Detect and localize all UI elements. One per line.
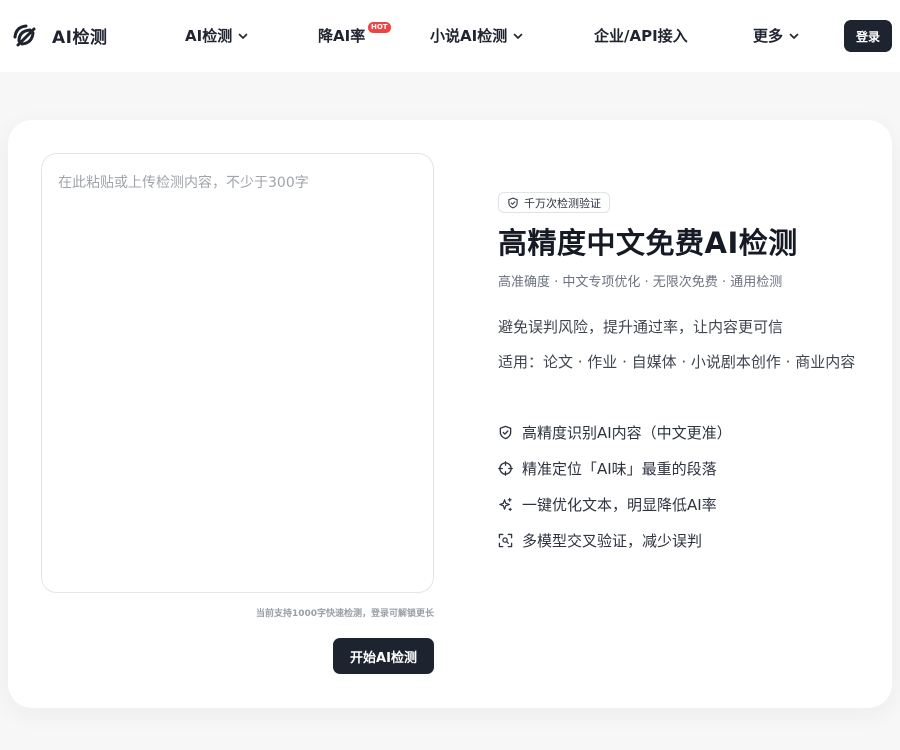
detect-card: 当前支持1000字快速检测，登录可解锁更长 开始AI检测 千万次检测验证 高精度… <box>8 120 892 708</box>
chevron-down-icon <box>789 33 799 39</box>
detect-text-input[interactable] <box>42 154 433 592</box>
hot-badge: HOT <box>368 22 391 33</box>
nav-ai-detect[interactable]: AI检测 <box>185 25 249 46</box>
use-cases: 适用：论文 · 作业 · 自媒体 · 小说剧本创作 · 商业内容 <box>498 353 856 371</box>
feature-item: 精准定位「AI味」最重的段落 <box>498 458 717 479</box>
nav-reduce-ai[interactable]: 降AI率 HOT <box>318 22 391 46</box>
nav-more[interactable]: 更多 <box>753 25 800 46</box>
shield-check-icon <box>499 425 512 440</box>
nav-enterprise-api[interactable]: 企业/API接入 <box>594 25 688 46</box>
crosshair-icon <box>498 461 513 476</box>
start-detect-button[interactable]: 开始AI检测 <box>333 638 434 674</box>
feature-text: 高精度识别AI内容（中文更准） <box>522 424 732 442</box>
chevron-down-icon <box>513 33 523 39</box>
brand-logo-icon <box>13 24 36 47</box>
feature-item: 多模型交叉验证，减少误判 <box>498 530 702 551</box>
feature-item: 一键优化文本，明显降低AI率 <box>498 494 717 515</box>
login-button[interactable]: 登录 <box>844 20 892 52</box>
nav-ai-detect-label: AI检测 <box>185 27 233 45</box>
brand-logo[interactable]: AI检测 <box>10 21 107 49</box>
verification-badge: 千万次检测验证 <box>498 192 610 213</box>
text-input-box <box>41 153 434 593</box>
feature-item: 高精度识别AI内容（中文更准） <box>498 422 732 443</box>
nav-novel-ai-detect[interactable]: 小说AI检测 <box>430 25 524 46</box>
verification-badge-label: 千万次检测验证 <box>524 196 601 210</box>
nav-more-label: 更多 <box>753 27 784 45</box>
length-hint: 当前支持1000字快速检测，登录可解锁更长 <box>255 609 434 619</box>
navbar: AI检测 AI检测 降AI率 HOT 小说AI检测 企业/API接入 更多 登录 <box>0 0 900 72</box>
sparkle-icon <box>499 497 512 512</box>
nav-novel-ai-detect-label: 小说AI检测 <box>430 27 508 45</box>
brand-name: AI检测 <box>52 27 108 48</box>
feature-subtitle: 高准确度 · 中文专项优化 · 无限次免费 · 通用检测 <box>498 275 783 290</box>
page-title: 高精度中文免费AI检测 <box>498 226 798 260</box>
nav-enterprise-api-label: 企业/API接入 <box>594 27 688 45</box>
chevron-down-icon <box>238 33 248 39</box>
value-tagline: 避免误判风险，提升通过率，让内容更可信 <box>498 318 784 336</box>
shield-check-icon <box>508 197 518 208</box>
feature-text: 一键优化文本，明显降低AI率 <box>522 496 717 514</box>
scan-icon <box>498 533 513 548</box>
nav-reduce-ai-label: 降AI率 <box>318 27 366 45</box>
feature-text: 多模型交叉验证，减少误判 <box>522 532 703 550</box>
feature-text: 精准定位「AI味」最重的段落 <box>522 460 717 478</box>
